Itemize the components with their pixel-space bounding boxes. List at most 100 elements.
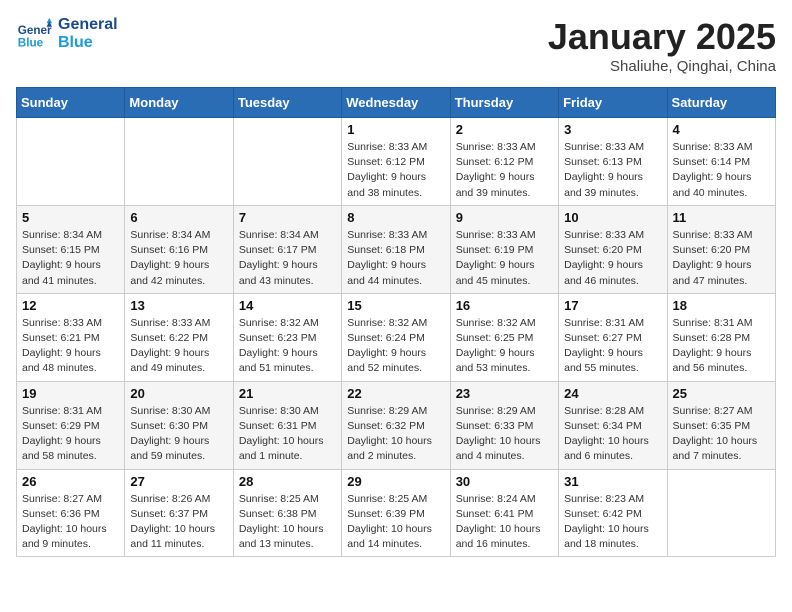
day-cell: 23 Sunrise: 8:29 AM Sunset: 6:33 PM Dayli… <box>450 381 558 469</box>
logo-icon: General Blue <box>16 16 52 52</box>
calendar-table: SundayMondayTuesdayWednesdayThursdayFrid… <box>16 87 776 557</box>
day-number: 4 <box>673 122 770 137</box>
day-cell: 28 Sunrise: 8:25 AM Sunset: 6:38 PM Dayli… <box>233 469 341 557</box>
day-number: 10 <box>564 210 661 225</box>
day-cell: 3 Sunrise: 8:33 AM Sunset: 6:13 PM Daylig… <box>559 118 667 206</box>
day-detail: Sunrise: 8:33 AM Sunset: 6:20 PM Dayligh… <box>673 228 770 289</box>
day-detail: Sunrise: 8:33 AM Sunset: 6:22 PM Dayligh… <box>130 316 227 377</box>
day-number: 29 <box>347 474 444 489</box>
day-cell: 6 Sunrise: 8:34 AM Sunset: 6:16 PM Daylig… <box>125 205 233 293</box>
day-number: 22 <box>347 386 444 401</box>
day-number: 25 <box>673 386 770 401</box>
day-cell: 5Sunrise: 8:34 AM Sunset: 6:15 PM Daylig… <box>17 205 125 293</box>
day-cell <box>667 469 775 557</box>
header: General Blue General Blue January 2025 S… <box>16 16 776 75</box>
day-cell: 22 Sunrise: 8:29 AM Sunset: 6:32 PM Dayli… <box>342 381 450 469</box>
day-cell: 10 Sunrise: 8:33 AM Sunset: 6:20 PM Dayli… <box>559 205 667 293</box>
day-number: 18 <box>673 298 770 313</box>
day-cell: 17 Sunrise: 8:31 AM Sunset: 6:27 PM Dayli… <box>559 293 667 381</box>
calendar-subtitle: Shaliuhe, Qinghai, China <box>548 58 776 75</box>
day-detail: Sunrise: 8:33 AM Sunset: 6:12 PM Dayligh… <box>347 140 444 201</box>
day-cell: 2 Sunrise: 8:33 AM Sunset: 6:12 PM Daylig… <box>450 118 558 206</box>
day-cell: 15 Sunrise: 8:32 AM Sunset: 6:24 PM Dayli… <box>342 293 450 381</box>
day-detail: Sunrise: 8:32 AM Sunset: 6:24 PM Dayligh… <box>347 316 444 377</box>
weekday-header-row: SundayMondayTuesdayWednesdayThursdayFrid… <box>17 88 776 118</box>
day-detail: Sunrise: 8:31 AM Sunset: 6:28 PM Dayligh… <box>673 316 770 377</box>
day-cell: 25 Sunrise: 8:27 AM Sunset: 6:35 PM Dayli… <box>667 381 775 469</box>
day-detail: Sunrise: 8:29 AM Sunset: 6:32 PM Dayligh… <box>347 404 444 465</box>
day-number: 6 <box>130 210 227 225</box>
day-detail: Sunrise: 8:26 AM Sunset: 6:37 PM Dayligh… <box>130 492 227 553</box>
day-detail: Sunrise: 8:31 AM Sunset: 6:27 PM Dayligh… <box>564 316 661 377</box>
day-detail: Sunrise: 8:34 AM Sunset: 6:16 PM Dayligh… <box>130 228 227 289</box>
day-number: 26 <box>22 474 119 489</box>
day-number: 13 <box>130 298 227 313</box>
day-number: 2 <box>456 122 553 137</box>
day-number: 28 <box>239 474 336 489</box>
day-detail: Sunrise: 8:33 AM Sunset: 6:13 PM Dayligh… <box>564 140 661 201</box>
day-number: 5 <box>22 210 119 225</box>
day-cell: 11 Sunrise: 8:33 AM Sunset: 6:20 PM Dayli… <box>667 205 775 293</box>
day-detail: Sunrise: 8:24 AM Sunset: 6:41 PM Dayligh… <box>456 492 553 553</box>
day-number: 7 <box>239 210 336 225</box>
day-detail: Sunrise: 8:34 AM Sunset: 6:17 PM Dayligh… <box>239 228 336 289</box>
day-number: 15 <box>347 298 444 313</box>
day-cell: 20 Sunrise: 8:30 AM Sunset: 6:30 PM Dayli… <box>125 381 233 469</box>
day-detail: Sunrise: 8:33 AM Sunset: 6:14 PM Dayligh… <box>673 140 770 201</box>
day-number: 27 <box>130 474 227 489</box>
day-detail: Sunrise: 8:33 AM Sunset: 6:20 PM Dayligh… <box>564 228 661 289</box>
day-number: 19 <box>22 386 119 401</box>
day-number: 30 <box>456 474 553 489</box>
day-detail: Sunrise: 8:27 AM Sunset: 6:35 PM Dayligh… <box>673 404 770 465</box>
day-number: 8 <box>347 210 444 225</box>
day-cell <box>125 118 233 206</box>
week-row-1: 1Sunrise: 8:33 AM Sunset: 6:12 PM Daylig… <box>17 118 776 206</box>
calendar-title: January 2025 <box>548 16 776 58</box>
day-detail: Sunrise: 8:25 AM Sunset: 6:38 PM Dayligh… <box>239 492 336 553</box>
weekday-header-saturday: Saturday <box>667 88 775 118</box>
day-cell: 30 Sunrise: 8:24 AM Sunset: 6:41 PM Dayli… <box>450 469 558 557</box>
day-cell: 31Sunrise: 8:23 AM Sunset: 6:42 PM Dayli… <box>559 469 667 557</box>
day-detail: Sunrise: 8:32 AM Sunset: 6:25 PM Dayligh… <box>456 316 553 377</box>
day-detail: Sunrise: 8:33 AM Sunset: 6:21 PM Dayligh… <box>22 316 119 377</box>
day-cell: 29Sunrise: 8:25 AM Sunset: 6:39 PM Dayli… <box>342 469 450 557</box>
day-cell: 26 Sunrise: 8:27 AM Sunset: 6:36 PM Dayli… <box>17 469 125 557</box>
weekday-header-monday: Monday <box>125 88 233 118</box>
day-detail: Sunrise: 8:33 AM Sunset: 6:12 PM Dayligh… <box>456 140 553 201</box>
day-number: 16 <box>456 298 553 313</box>
day-cell: 7 Sunrise: 8:34 AM Sunset: 6:17 PM Daylig… <box>233 205 341 293</box>
day-cell: 4 Sunrise: 8:33 AM Sunset: 6:14 PM Daylig… <box>667 118 775 206</box>
day-detail: Sunrise: 8:32 AM Sunset: 6:23 PM Dayligh… <box>239 316 336 377</box>
day-cell: 21Sunrise: 8:30 AM Sunset: 6:31 PM Dayli… <box>233 381 341 469</box>
day-detail: Sunrise: 8:33 AM Sunset: 6:19 PM Dayligh… <box>456 228 553 289</box>
day-number: 12 <box>22 298 119 313</box>
day-number: 17 <box>564 298 661 313</box>
day-detail: Sunrise: 8:27 AM Sunset: 6:36 PM Dayligh… <box>22 492 119 553</box>
day-number: 23 <box>456 386 553 401</box>
day-cell: 14 Sunrise: 8:32 AM Sunset: 6:23 PM Dayli… <box>233 293 341 381</box>
day-cell: 12 Sunrise: 8:33 AM Sunset: 6:21 PM Dayli… <box>17 293 125 381</box>
day-number: 11 <box>673 210 770 225</box>
logo-line1: General <box>58 16 118 34</box>
day-cell: 16 Sunrise: 8:32 AM Sunset: 6:25 PM Dayli… <box>450 293 558 381</box>
day-cell: 1Sunrise: 8:33 AM Sunset: 6:12 PM Daylig… <box>342 118 450 206</box>
week-row-2: 5Sunrise: 8:34 AM Sunset: 6:15 PM Daylig… <box>17 205 776 293</box>
day-number: 14 <box>239 298 336 313</box>
day-cell: 19Sunrise: 8:31 AM Sunset: 6:29 PM Dayli… <box>17 381 125 469</box>
title-area: January 2025 Shaliuhe, Qinghai, China <box>548 16 776 75</box>
week-row-5: 26 Sunrise: 8:27 AM Sunset: 6:36 PM Dayli… <box>17 469 776 557</box>
weekday-header-tuesday: Tuesday <box>233 88 341 118</box>
svg-text:General: General <box>18 24 52 37</box>
day-number: 20 <box>130 386 227 401</box>
day-detail: Sunrise: 8:30 AM Sunset: 6:30 PM Dayligh… <box>130 404 227 465</box>
logo-line2: Blue <box>58 34 118 52</box>
day-cell: 13 Sunrise: 8:33 AM Sunset: 6:22 PM Dayli… <box>125 293 233 381</box>
day-number: 21 <box>239 386 336 401</box>
day-cell <box>17 118 125 206</box>
week-row-3: 12 Sunrise: 8:33 AM Sunset: 6:21 PM Dayli… <box>17 293 776 381</box>
day-number: 31 <box>564 474 661 489</box>
day-cell: 27 Sunrise: 8:26 AM Sunset: 6:37 PM Dayli… <box>125 469 233 557</box>
day-detail: Sunrise: 8:29 AM Sunset: 6:33 PM Dayligh… <box>456 404 553 465</box>
day-number: 3 <box>564 122 661 137</box>
day-detail: Sunrise: 8:28 AM Sunset: 6:34 PM Dayligh… <box>564 404 661 465</box>
